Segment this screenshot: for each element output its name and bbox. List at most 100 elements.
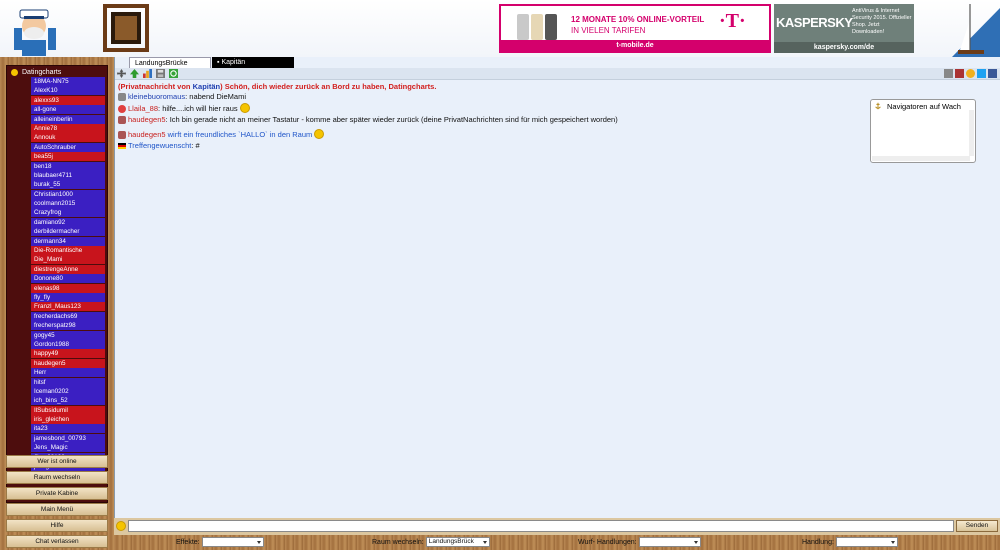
effects-label: Effekte: <box>176 539 200 546</box>
user-list-item[interactable]: elenas98 <box>31 283 105 293</box>
user-list-item[interactable]: derbildermacher <box>31 227 105 237</box>
user-list-item[interactable]: IlSubsidumil <box>31 405 105 415</box>
user-list-item[interactable]: AlexK10 <box>31 86 105 96</box>
stats-icon[interactable] <box>143 69 152 78</box>
message-input[interactable] <box>128 520 954 532</box>
username[interactable]: Treffengewuenscht <box>128 141 191 150</box>
save-icon[interactable] <box>156 69 165 78</box>
chat-message: Treffengewuenscht: # <box>118 141 858 151</box>
arrow-up-icon[interactable] <box>130 69 139 78</box>
user-list-item[interactable]: jamesbond_00793 <box>31 433 105 443</box>
user-list-item[interactable]: frecherdachs69 <box>31 311 105 321</box>
action-select[interactable] <box>835 537 898 547</box>
user-list-item[interactable]: 18MA-NN75 <box>31 77 105 86</box>
dice-select[interactable] <box>638 537 701 547</box>
user-list-item[interactable]: Die_Mami <box>31 255 105 265</box>
user-list-item[interactable]: burak_55 <box>31 180 105 190</box>
private-message: (Privatnachricht von Kapitän) Schön, dic… <box>118 82 437 91</box>
private-cabin-button[interactable]: Private Kabine <box>6 487 108 500</box>
user-list-item[interactable]: Crazyfrog <box>31 208 105 218</box>
send-button[interactable]: Senden <box>956 520 998 532</box>
tab-landungsbruecke[interactable]: LandungsBrücke <box>129 57 211 68</box>
share-icons <box>944 69 997 78</box>
user-list-item[interactable]: dermann34 <box>31 236 105 246</box>
user-list-item[interactable]: ben18 <box>31 161 105 171</box>
horizontal-scrollbar[interactable] <box>872 156 970 161</box>
user-list-item[interactable]: AutoSchrauber <box>31 142 105 152</box>
user-list-item[interactable]: frecherspatz98 <box>31 321 105 331</box>
leave-chat-button[interactable]: Chat verlassen <box>6 535 108 548</box>
smiley-picker-icon[interactable] <box>116 521 126 531</box>
user-list-item[interactable]: Iceman0202 <box>31 386 105 396</box>
chat-message: Llaila_88: hilfe....ich will hier raus <box>118 102 858 115</box>
user-list-item[interactable]: ich_bins_52 <box>31 396 105 406</box>
room-select[interactable]: LandungsBrück <box>425 537 490 547</box>
user-list-item[interactable]: haudegen5 <box>31 358 105 368</box>
chat-toolbar <box>115 68 1000 80</box>
twitter-icon[interactable] <box>977 69 986 78</box>
username[interactable]: Llaila_88 <box>128 104 158 113</box>
user-list-item[interactable]: gogy45 <box>31 330 105 340</box>
user-list-item[interactable]: Jens_Magic <box>31 443 105 453</box>
user-list-item[interactable]: Die-Romantische <box>31 246 105 256</box>
vertical-scrollbar[interactable] <box>969 110 974 156</box>
user-list-header[interactable]: Datingcharts <box>9 67 105 77</box>
print-icon[interactable] <box>944 69 953 78</box>
sidebar: Datingcharts 18MA-NN75 AlexK10 alexxs93 all… <box>0 57 114 550</box>
username[interactable]: kleinebuoromaus <box>128 92 185 101</box>
user-list-item[interactable]: Christian1000 <box>31 189 105 199</box>
chat-message: kleinebuoromaus: nabend DieMami <box>118 92 858 102</box>
facebook-icon[interactable] <box>988 69 997 78</box>
telekom-ad[interactable]: 12 MONATE 10% ONLINE-VORTEIL IN VIELEN T… <box>499 4 771 53</box>
user-list-item[interactable]: blaubaer4711 <box>31 170 105 180</box>
username[interactable]: haudegen5 <box>128 115 166 124</box>
user-list[interactable]: Datingcharts 18MA-NN75 AlexK10 alexxs93 all… <box>6 65 108 503</box>
header: 12 MONATE 10% ONLINE-VORTEIL IN VIELEN T… <box>0 0 1000 57</box>
help-button[interactable]: Hilfe <box>6 519 108 532</box>
user-list-item[interactable]: alleineinberlin <box>31 114 105 124</box>
ad-text: AntiVirus & Internet Security 2015. Offi… <box>852 8 912 35</box>
user-list-item[interactable]: Donone80 <box>31 274 105 284</box>
user-list-item[interactable]: bea55j <box>31 152 105 162</box>
user-list-item[interactable]: iris_gleichen <box>31 415 105 425</box>
main-menu-button[interactable]: Main Menü <box>6 503 108 516</box>
action-control: Handlung: <box>802 537 898 548</box>
user-list-item[interactable]: Franzl_Maus123 <box>31 302 105 312</box>
chevron-down-icon <box>890 541 895 544</box>
tab-kapitaen[interactable]: ▪ Kapitän <box>212 57 294 68</box>
book-icon[interactable] <box>955 69 964 78</box>
change-room-button[interactable]: Raum wechseln <box>6 471 108 484</box>
sailboat-icon <box>952 4 1000 57</box>
effects-select[interactable] <box>201 537 264 547</box>
kaspersky-ad[interactable]: KASPERSKY AntiVirus & Internet Security … <box>774 4 914 53</box>
nav-buttons: Wer ist online Raum wechseln Private Kab… <box>6 455 108 550</box>
user-list-item[interactable]: Annouk <box>31 133 105 143</box>
user-list-item[interactable]: coolmann2015 <box>31 199 105 209</box>
action-label: Handlung: <box>802 539 834 546</box>
sender-name[interactable]: Kapitän <box>193 82 221 91</box>
user-list-item[interactable]: diestrengeAnne <box>31 264 105 274</box>
who-online-button[interactable]: Wer ist online <box>6 455 108 468</box>
user-list-item[interactable]: happy49 <box>31 349 105 359</box>
user-list-item[interactable]: Gordon1988 <box>31 339 105 349</box>
user-list-item[interactable]: all-gone <box>31 105 105 115</box>
star-icon[interactable] <box>966 69 975 78</box>
anchor-icon <box>875 102 881 110</box>
user-avatar-icon <box>118 93 126 101</box>
user-list-item[interactable]: alexxs93 <box>31 95 105 105</box>
navigator-title: Navigatoren auf Wach <box>887 102 961 111</box>
user-list-item[interactable]: fly_fly <box>31 292 105 302</box>
user-list-item[interactable]: Herr <box>31 368 105 378</box>
user-list-item[interactable]: ita23 <box>31 424 105 434</box>
user-list-item[interactable]: hitsf <box>31 377 105 387</box>
user-list-item[interactable]: Annie78 <box>31 123 105 133</box>
ad-subline: IN VIELEN TARIFEN <box>571 26 646 35</box>
dice-control: Wurf- Handlungen: <box>578 537 701 548</box>
username[interactable]: haudegen5 <box>128 130 166 139</box>
user-list-item[interactable]: damiano92 <box>31 217 105 227</box>
user-avatar-icon <box>118 116 126 124</box>
chat-action-message: haudegen5 wirft ein freundliches `HALLO`… <box>118 128 858 141</box>
move-icon[interactable] <box>117 69 126 78</box>
refresh-icon[interactable] <box>169 69 178 78</box>
telekom-logo: ·T· <box>719 10 746 32</box>
